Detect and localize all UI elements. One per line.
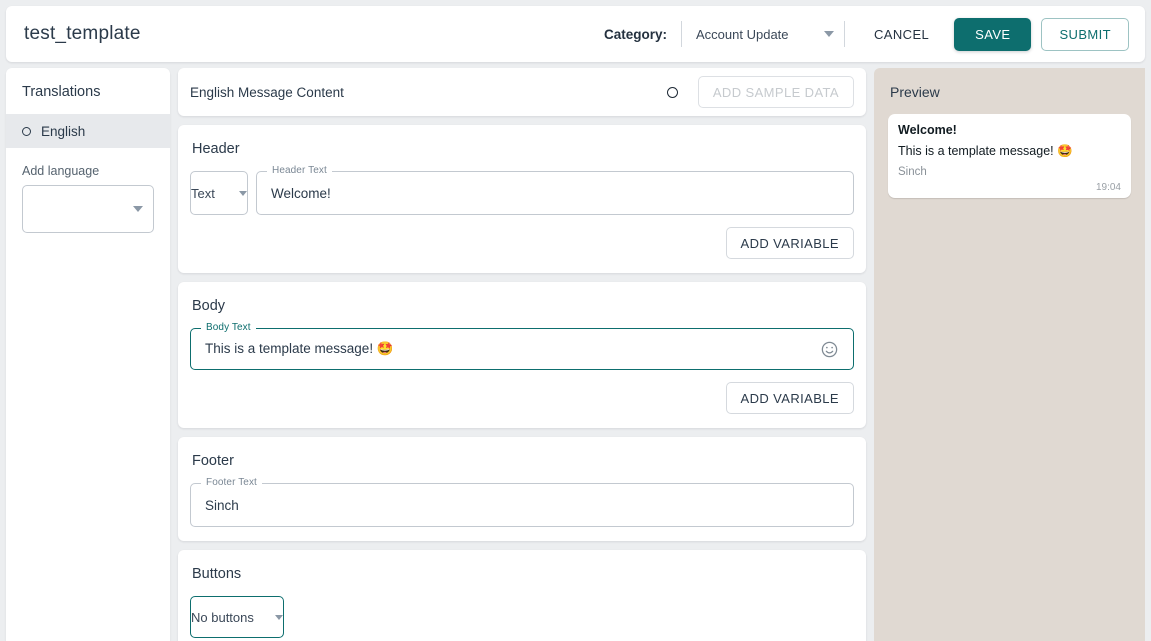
header-type-select[interactable]: Text (190, 171, 248, 215)
top-bar-actions: Category: Account Update CANCEL SAVE SUB… (604, 17, 1129, 51)
body-text-input[interactable]: Body Text This is a template message! 🤩 (190, 328, 854, 370)
divider (844, 21, 845, 47)
sidebar-item-english[interactable]: English (6, 114, 170, 148)
preview-message-bubble: Welcome! This is a template message! 🤩 S… (888, 114, 1131, 198)
buttons-card: Buttons No buttons (178, 550, 866, 641)
body-text-legend: Body Text (201, 322, 256, 333)
preview-message-header: Welcome! (898, 123, 1121, 137)
header-add-variable-button[interactable]: ADD VARIABLE (726, 227, 854, 259)
preview-message-footer: Sinch (898, 166, 1121, 178)
chevron-down-icon (133, 206, 143, 212)
footer-text-input[interactable]: Footer Text Sinch (190, 483, 854, 527)
content-header-actions: ADD SAMPLE DATA (667, 76, 854, 108)
chevron-down-icon (824, 31, 834, 37)
header-card: Header Text Header Text Welcome! ADD VAR… (178, 125, 866, 273)
preview-message-body: This is a template message! 🤩 (898, 144, 1121, 159)
chevron-down-icon (275, 615, 283, 620)
body-card-actions: ADD VARIABLE (190, 382, 854, 414)
body-text-value: This is a template message! 🤩 (205, 341, 394, 357)
chevron-down-icon (239, 191, 247, 196)
sidebar-title: Translations (6, 84, 170, 114)
footer-card: Footer Footer Text Sinch (178, 437, 866, 541)
sidebar-item-label: English (41, 124, 85, 139)
submit-button[interactable]: SUBMIT (1041, 18, 1129, 51)
content-header-title: English Message Content (190, 85, 344, 100)
preview-title: Preview (888, 84, 1131, 100)
body-card-title: Body (190, 298, 854, 314)
body-card: Body Body Text This is a template messag… (178, 282, 866, 428)
content-header-bar: English Message Content ADD SAMPLE DATA (178, 68, 866, 116)
buttons-card-title: Buttons (190, 566, 854, 582)
footer-card-title: Footer (190, 453, 854, 469)
header-text-value: Welcome! (271, 186, 331, 201)
header-text-legend: Header Text (267, 165, 332, 176)
header-card-title: Header (190, 141, 854, 157)
category-label: Category: (604, 27, 681, 42)
add-language-label: Add language (6, 148, 170, 185)
category-select[interactable]: Account Update (682, 27, 844, 42)
translations-sidebar: Translations English Add language (6, 68, 170, 641)
top-bar: test_template Category: Account Update C… (6, 6, 1145, 62)
add-sample-data-button[interactable]: ADD SAMPLE DATA (698, 76, 854, 108)
save-button[interactable]: SAVE (954, 18, 1031, 51)
emoji-picker-icon[interactable] (819, 339, 839, 359)
preview-panel: Preview Welcome! This is a template mess… (874, 68, 1145, 641)
page-title: test_template (24, 23, 141, 45)
main-layout: Translations English Add language Englis… (6, 68, 1145, 641)
preview-message-time: 19:04 (898, 182, 1121, 193)
cancel-button[interactable]: CANCEL (857, 17, 946, 51)
header-type-value: Text (191, 186, 215, 201)
app-root: test_template Category: Account Update C… (0, 0, 1151, 641)
header-text-input[interactable]: Header Text Welcome! (256, 171, 854, 215)
message-content-column: English Message Content ADD SAMPLE DATA … (170, 68, 874, 641)
category-select-value: Account Update (696, 27, 789, 42)
circle-icon[interactable] (667, 87, 678, 98)
footer-text-value: Sinch (205, 498, 239, 513)
footer-text-legend: Footer Text (201, 477, 262, 488)
circle-icon (22, 127, 31, 136)
buttons-type-value: No buttons (191, 610, 254, 625)
buttons-type-select[interactable]: No buttons (190, 596, 284, 638)
add-language-select[interactable] (22, 185, 154, 233)
header-card-actions: ADD VARIABLE (190, 227, 854, 259)
body-add-variable-button[interactable]: ADD VARIABLE (726, 382, 854, 414)
header-field-row: Text Header Text Welcome! (190, 171, 854, 215)
